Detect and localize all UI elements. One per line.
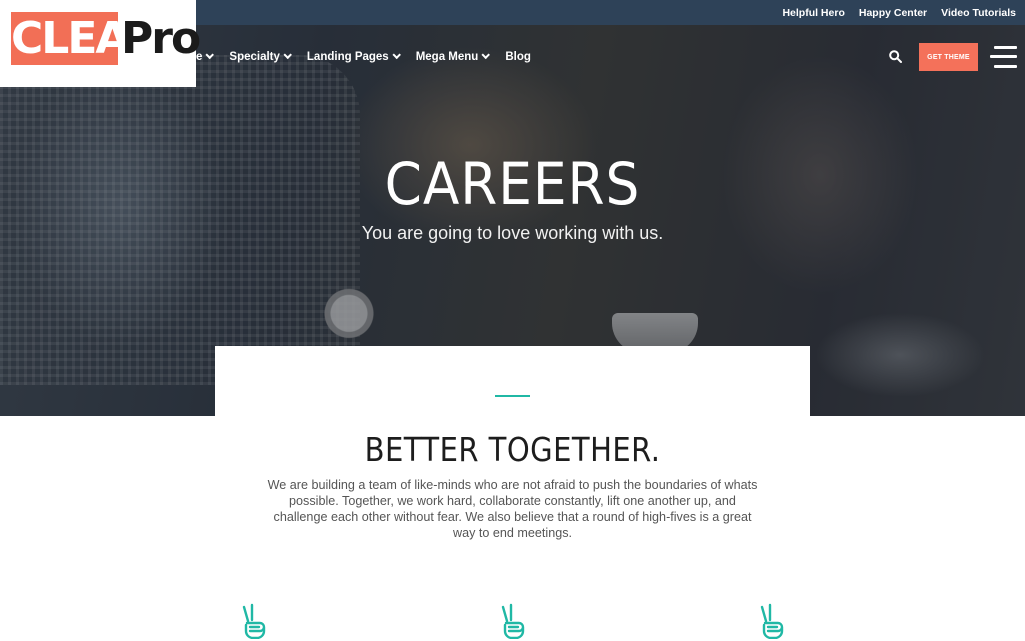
chevron-down-icon	[392, 50, 401, 59]
chevron-down-icon	[205, 50, 215, 59]
nav-item-landing-pages[interactable]: Landing Pages	[306, 50, 401, 63]
peace-hand-icon	[501, 603, 525, 639]
chevron-down-icon	[283, 50, 292, 59]
nav-item-label: Landing Pages	[306, 50, 389, 63]
search-icon[interactable]	[889, 50, 902, 63]
peace-hand-icon	[242, 603, 266, 639]
hero-subtitle: You are going to love working with us.	[361, 223, 664, 243]
topbar-link-helpful-hero[interactable]: Helpful Hero	[782, 7, 844, 19]
main-nav: e Specialty Landing Pages Mega Menu Blog	[196, 49, 548, 64]
nav-item-label: Blog	[505, 50, 531, 63]
logo-word-pro: Pro	[121, 13, 201, 64]
topbar-links: Helpful Hero Happy Center Video Tutorial…	[782, 0, 1016, 25]
get-theme-button[interactable]: GET THEME	[919, 43, 978, 71]
logo-word-clean: CLEAN	[11, 12, 164, 65]
nav-item-mega-menu[interactable]: Mega Menu	[415, 50, 491, 63]
nav-item-specialty[interactable]: Specialty	[229, 50, 292, 63]
nav-item-blog[interactable]: Blog	[505, 51, 531, 63]
section-body: We are building a team of like-minds who…	[267, 478, 758, 540]
section-title: BETTER TOGETHER.	[364, 430, 661, 469]
nav-item-label: Mega Menu	[415, 50, 479, 63]
content-card	[215, 346, 810, 426]
nav-item-label: Specialty	[229, 50, 280, 63]
peace-hand-icon	[760, 603, 784, 639]
topbar-link-video-tutorials[interactable]: Video Tutorials	[941, 7, 1016, 19]
chevron-down-icon	[481, 50, 491, 59]
nav-item-label: e	[196, 50, 203, 63]
accent-divider	[495, 395, 530, 397]
site-logo[interactable]: CLEAN Pro	[0, 0, 201, 87]
nav-item-home[interactable]: e	[196, 50, 215, 63]
topbar-link-happy-center[interactable]: Happy Center	[859, 7, 927, 19]
hamburger-menu-icon[interactable]	[990, 45, 1017, 69]
hero-title: CAREERS	[384, 150, 641, 218]
